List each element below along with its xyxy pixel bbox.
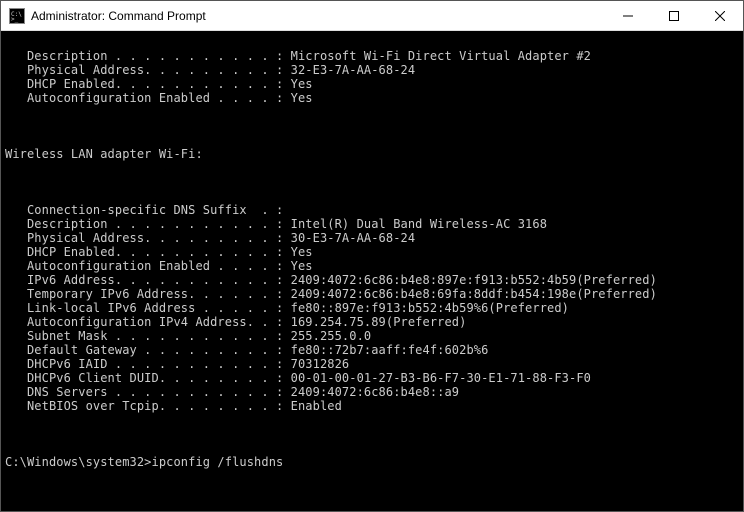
- prompt-with-command: C:\Windows\system32>ipconfig /flushdns: [5, 455, 743, 469]
- typed-command: ipconfig /flushdns: [152, 455, 284, 469]
- window-title: Administrator: Command Prompt: [31, 9, 206, 23]
- blank-line: [5, 427, 743, 441]
- close-button[interactable]: [697, 1, 743, 31]
- cmd-icon: C:\ >_: [9, 8, 25, 24]
- config-row: Physical Address. . . . . . . . . : 32-E…: [5, 63, 743, 77]
- adapter2-heading: Wireless LAN adapter Wi-Fi:: [5, 147, 743, 161]
- config-row: Description . . . . . . . . . . . : Micr…: [5, 49, 743, 63]
- config-row: Autoconfiguration Enabled . . . . : Yes: [5, 259, 743, 273]
- config-row: Link-local IPv6 Address . . . . . : fe80…: [5, 301, 743, 315]
- adapter2-block: Connection-specific DNS Suffix . : Descr…: [5, 203, 743, 413]
- terminal-output[interactable]: Description . . . . . . . . . . . : Micr…: [1, 31, 743, 511]
- config-row: Default Gateway . . . . . . . . . : fe80…: [5, 343, 743, 357]
- maximize-button[interactable]: [651, 1, 697, 31]
- config-row: IPv6 Address. . . . . . . . . . . : 2409…: [5, 273, 743, 287]
- config-row: Temporary IPv6 Address. . . . . . : 2409…: [5, 287, 743, 301]
- config-row: DNS Servers . . . . . . . . . . . : 2409…: [5, 385, 743, 399]
- config-row: DHCPv6 IAID . . . . . . . . . . . : 7031…: [5, 357, 743, 371]
- config-row: Description . . . . . . . . . . . : Inte…: [5, 217, 743, 231]
- config-row: NetBIOS over Tcpip. . . . . . . . : Enab…: [5, 399, 743, 413]
- config-row: DHCPv6 Client DUID. . . . . . . . : 00-0…: [5, 371, 743, 385]
- adapter1-block: Description . . . . . . . . . . . : Micr…: [5, 49, 743, 105]
- config-row: Subnet Mask . . . . . . . . . . . : 255.…: [5, 329, 743, 343]
- config-row: DHCP Enabled. . . . . . . . . . . : Yes: [5, 245, 743, 259]
- titlebar: C:\ >_ Administrator: Command Prompt: [1, 1, 743, 31]
- svg-text:>_: >_: [11, 16, 19, 23]
- config-row: Physical Address. . . . . . . . . : 30-E…: [5, 231, 743, 245]
- blank-line: [5, 175, 743, 189]
- config-row: Autoconfiguration IPv4 Address. . : 169.…: [5, 315, 743, 329]
- blank-line: [5, 483, 743, 497]
- blank-line: [5, 119, 743, 133]
- config-row: Autoconfiguration Enabled . . . . : Yes: [5, 91, 743, 105]
- prompt-path: C:\Windows\system32>: [5, 455, 152, 469]
- config-row: Connection-specific DNS Suffix . :: [5, 203, 743, 217]
- config-row: DHCP Enabled. . . . . . . . . . . : Yes: [5, 77, 743, 91]
- minimize-button[interactable]: [605, 1, 651, 31]
